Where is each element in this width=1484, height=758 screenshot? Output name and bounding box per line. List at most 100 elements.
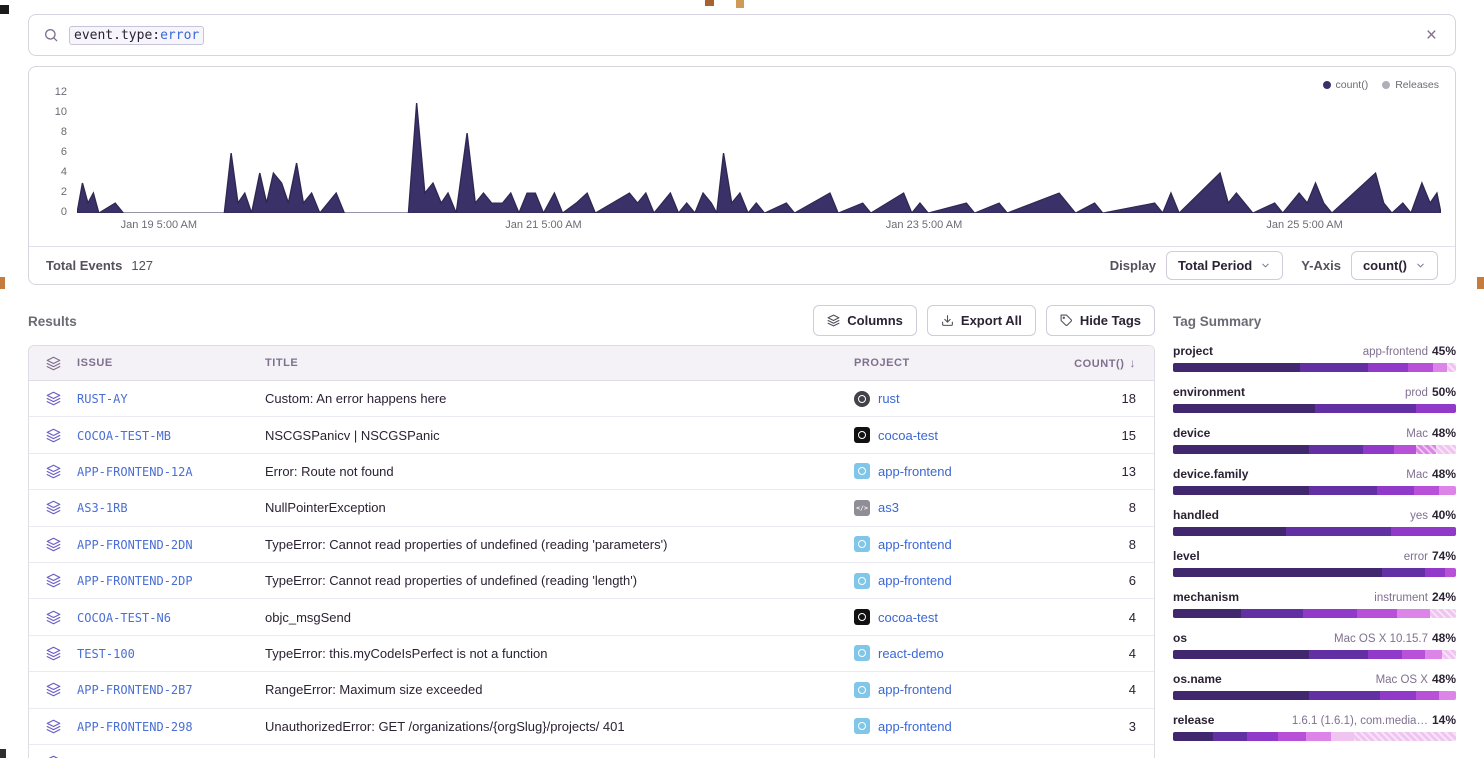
- clear-search-icon[interactable]: ×: [1422, 26, 1441, 45]
- tag-segment[interactable]: [1368, 363, 1408, 372]
- search-query-token[interactable]: event.type:error: [69, 26, 204, 45]
- tag-segment[interactable]: [1402, 650, 1425, 659]
- issue-link[interactable]: APP-FRONTEND-12A: [77, 465, 193, 479]
- tag-segment[interactable]: [1425, 568, 1445, 577]
- display-dropdown[interactable]: Total Period: [1166, 251, 1283, 280]
- tag-segment[interactable]: [1436, 445, 1456, 454]
- tag-segment[interactable]: [1394, 445, 1417, 454]
- issue-link[interactable]: APP-FRONTEND-2DN: [77, 538, 193, 552]
- issue-link[interactable]: APP-FRONTEND-298: [77, 720, 193, 734]
- tag-segment[interactable]: [1309, 650, 1368, 659]
- issue-link[interactable]: COCOA-TEST-N6: [77, 611, 171, 625]
- tag-segment[interactable]: [1442, 650, 1456, 659]
- tag-segment[interactable]: [1173, 650, 1309, 659]
- issue-link[interactable]: RUST-AY: [77, 392, 128, 406]
- header-project[interactable]: PROJECT: [854, 357, 1062, 369]
- tag-segment[interactable]: [1447, 363, 1455, 372]
- issue-link[interactable]: APP-FRONTEND-2B7: [77, 683, 193, 697]
- project-link[interactable]: app-frontend: [878, 682, 952, 697]
- table-row[interactable]: RUST-AYCustom: An error happens hererust…: [29, 381, 1154, 417]
- tag-segment[interactable]: [1247, 732, 1278, 741]
- table-row[interactable]: APP-FRONTEND-298UnauthorizedError: GET /…: [29, 709, 1154, 745]
- tag-segment[interactable]: [1357, 609, 1397, 618]
- tag-segment[interactable]: [1416, 691, 1439, 700]
- project-link[interactable]: cocoa-test: [878, 428, 938, 443]
- tag-segment[interactable]: [1303, 609, 1357, 618]
- tag-segment[interactable]: [1382, 568, 1424, 577]
- tag-segment[interactable]: [1306, 732, 1331, 741]
- events-chart[interactable]: Jan 19 5:00 AMJan 21 5:00 AMJan 23 5:00 …: [77, 93, 1441, 213]
- tag-segment[interactable]: [1391, 527, 1456, 536]
- columns-button[interactable]: Columns: [813, 305, 917, 336]
- tag-segment[interactable]: [1315, 404, 1417, 413]
- table-row[interactable]: APP-FRONTEND-2DNTypeError: Cannot read p…: [29, 527, 1154, 563]
- project-link[interactable]: rust: [878, 391, 900, 406]
- tag-segment[interactable]: [1433, 363, 1447, 372]
- tag-segment[interactable]: [1173, 404, 1315, 413]
- tag-segment[interactable]: [1173, 732, 1213, 741]
- legend-item[interactable]: count(): [1323, 79, 1369, 91]
- project-link[interactable]: as3: [878, 500, 899, 515]
- tag-distribution-bar[interactable]: [1173, 363, 1456, 372]
- tag-segment[interactable]: [1414, 486, 1439, 495]
- tag-distribution-bar[interactable]: [1173, 527, 1456, 536]
- tag-segment[interactable]: [1397, 609, 1431, 618]
- tag-segment[interactable]: [1213, 732, 1247, 741]
- tag-segment[interactable]: [1309, 445, 1363, 454]
- search-bar[interactable]: event.type:error ×: [28, 14, 1456, 56]
- tag-distribution-bar[interactable]: [1173, 568, 1456, 577]
- project-link[interactable]: app-frontend: [878, 537, 952, 552]
- table-row[interactable]: [29, 745, 1154, 758]
- tag-distribution-bar[interactable]: [1173, 486, 1456, 495]
- tag-segment[interactable]: [1173, 609, 1241, 618]
- project-link[interactable]: app-frontend: [878, 719, 952, 734]
- table-row[interactable]: COCOA-TEST-MBNSCGSPanicv | NSCGSPaniccoc…: [29, 417, 1154, 453]
- tag-segment[interactable]: [1354, 732, 1456, 741]
- table-row[interactable]: TEST-100TypeError: this.myCodeIsPerfect …: [29, 636, 1154, 672]
- tag-segment[interactable]: [1278, 732, 1306, 741]
- tag-segment[interactable]: [1286, 527, 1391, 536]
- tag-segment[interactable]: [1368, 650, 1402, 659]
- tag-distribution-bar[interactable]: [1173, 732, 1456, 741]
- tag-distribution-bar[interactable]: [1173, 609, 1456, 618]
- tag-segment[interactable]: [1173, 568, 1382, 577]
- tag-segment[interactable]: [1300, 363, 1368, 372]
- tag-segment[interactable]: [1309, 486, 1377, 495]
- tag-segment[interactable]: [1380, 691, 1417, 700]
- tag-segment[interactable]: [1173, 486, 1309, 495]
- tag-segment[interactable]: [1425, 650, 1442, 659]
- issue-link[interactable]: TEST-100: [77, 647, 135, 661]
- table-row[interactable]: APP-FRONTEND-2DPTypeError: Cannot read p…: [29, 563, 1154, 599]
- y-axis-dropdown[interactable]: count(): [1351, 251, 1438, 280]
- table-row[interactable]: COCOA-TEST-N6objc_msgSendcocoa-test4: [29, 599, 1154, 635]
- tag-segment[interactable]: [1363, 445, 1394, 454]
- issue-link[interactable]: COCOA-TEST-MB: [77, 429, 171, 443]
- header-title[interactable]: TITLE: [265, 357, 854, 369]
- tag-segment[interactable]: [1331, 732, 1354, 741]
- table-row[interactable]: AS3-1RBNullPointerExceptionas38: [29, 490, 1154, 526]
- project-link[interactable]: app-frontend: [878, 573, 952, 588]
- header-count[interactable]: COUNT()↓: [1062, 356, 1154, 370]
- tag-segment[interactable]: [1241, 609, 1303, 618]
- tag-segment[interactable]: [1430, 609, 1455, 618]
- project-link[interactable]: app-frontend: [878, 464, 952, 479]
- legend-item[interactable]: Releases: [1382, 79, 1439, 91]
- table-row[interactable]: APP-FRONTEND-2B7RangeError: Maximum size…: [29, 672, 1154, 708]
- tag-segment[interactable]: [1173, 445, 1309, 454]
- tag-segment[interactable]: [1416, 445, 1436, 454]
- tag-segment[interactable]: [1173, 363, 1300, 372]
- tag-segment[interactable]: [1377, 486, 1414, 495]
- table-row[interactable]: APP-FRONTEND-12AError: Route not foundap…: [29, 454, 1154, 490]
- tag-segment[interactable]: [1173, 527, 1286, 536]
- export-all-button[interactable]: Export All: [927, 305, 1036, 336]
- tag-segment[interactable]: [1445, 568, 1456, 577]
- header-issue[interactable]: ISSUE: [77, 357, 265, 369]
- issue-link[interactable]: AS3-1RB: [77, 501, 128, 515]
- issue-link[interactable]: APP-FRONTEND-2DP: [77, 574, 193, 588]
- sort-desc-icon[interactable]: ↓: [1129, 356, 1136, 370]
- project-link[interactable]: react-demo: [878, 646, 944, 661]
- tag-segment[interactable]: [1439, 691, 1456, 700]
- tag-segment[interactable]: [1416, 404, 1456, 413]
- tag-distribution-bar[interactable]: [1173, 404, 1456, 413]
- tag-segment[interactable]: [1408, 363, 1433, 372]
